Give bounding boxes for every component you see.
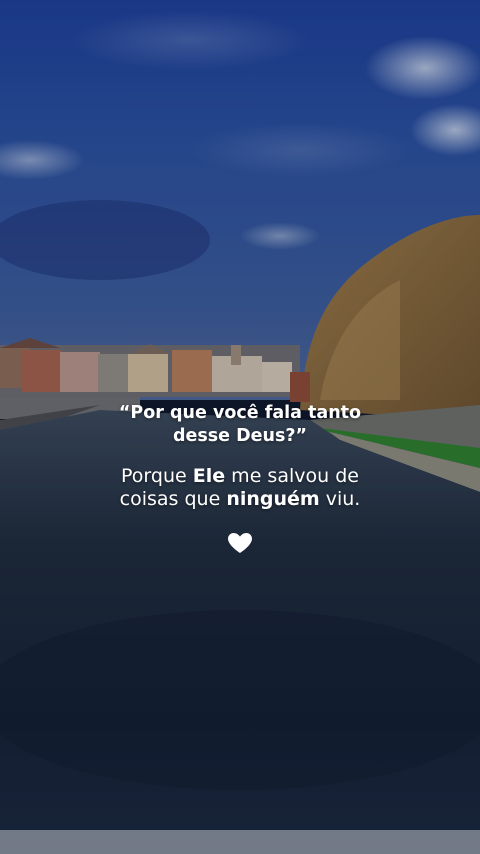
answer-text-part: me salvou de <box>225 465 359 487</box>
answer-text-part: Porque <box>121 465 193 487</box>
photo-card: “Por que você fala tanto desse Deus?” Po… <box>0 0 480 854</box>
answer-text: Porque Ele me salvou de coisas que ningu… <box>0 465 480 511</box>
heart-icon <box>228 533 252 553</box>
answer-line-2: coisas que ninguém viu. <box>0 488 480 511</box>
answer-text-part: coisas que <box>119 488 227 510</box>
answer-line-1: Porque Ele me salvou de <box>0 465 480 488</box>
answer-text-part: viu. <box>319 488 361 510</box>
answer-emphasis-ele: Ele <box>192 465 226 487</box>
question-line-1: “Por que você fala tanto <box>118 403 362 423</box>
answer-emphasis-ninguem: ninguém <box>226 488 320 510</box>
question-text: “Por que você fala tanto desse Deus?” <box>0 402 480 448</box>
question-line-2: desse Deus?” <box>172 426 308 446</box>
